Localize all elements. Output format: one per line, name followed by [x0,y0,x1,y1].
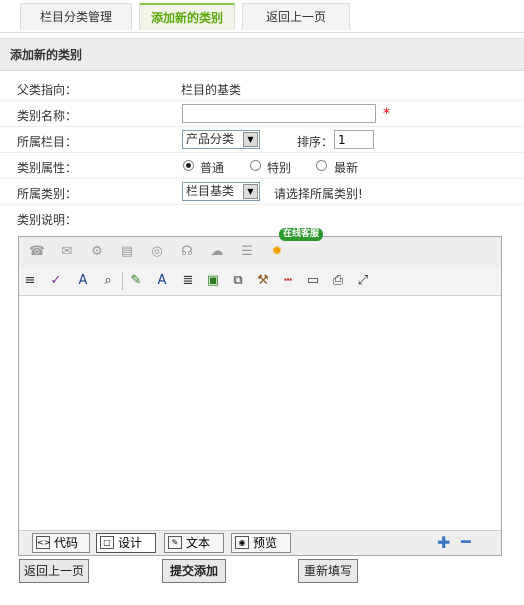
category-select[interactable]: 栏目基类 ▼ [182,182,260,201]
chevron-down-icon: ▼ [243,132,258,147]
radio-latest-label: 最新 [334,161,359,175]
category-name-input[interactable] [182,104,376,123]
align-icon[interactable]: ≣ [179,272,197,290]
editor-toolbar-top: ☎ ✉ ⚙ ▤ ◎ ☊ ☁ ☰ ✹ 在线客服 [19,228,501,268]
window-icon[interactable]: ▭ [304,272,322,290]
mode-preview-button[interactable]: ◉ 预览 [231,533,291,553]
back-button[interactable]: 返回上一页 [19,559,89,583]
mode-design-button[interactable]: ▢ 设计 [96,533,156,553]
chevron-down-icon: ▼ [243,184,258,199]
toolbar-separator [122,272,123,290]
shrink-icon[interactable]: ━ [461,532,471,551]
code-icon: <> [36,536,51,549]
editor-toolbar-format: ≡ ✓ A ⌕ ✎ A ≣ ▣ ⧉ ⚒ ┅ ▭ ⎙ ⤢ [19,267,501,296]
submit-button[interactable]: 提交添加 [162,559,226,583]
row-desc: 类别说明： [0,205,524,231]
column-label: 所属栏目： [17,135,78,149]
radio-special[interactable] [250,160,261,171]
ruler-icon[interactable]: ┅ [279,272,297,290]
tools-icon[interactable]: ⚒ [254,272,272,290]
row-attr: 类别属性： 普通 特别 最新 [0,153,524,179]
service-gear-icon[interactable]: ✹ [268,243,286,261]
tab-category-management[interactable]: 栏目分类管理 [20,3,132,30]
tab-divider [0,32,524,33]
radio-normal-label: 普通 [200,161,225,175]
sort-label: 排序： [297,135,334,149]
message-icon[interactable]: ✉ [58,243,76,261]
mode-text-label: 文本 [186,536,211,550]
find-icon[interactable]: ⌕ [99,272,117,290]
expand-icon[interactable]: ⤢ [354,272,372,290]
name-label: 类别名称： [17,109,78,123]
text-icon: ✎ [168,536,182,549]
globe-icon[interactable]: ◎ [148,243,166,261]
mode-code-button[interactable]: <> 代码 [32,533,90,553]
phone-icon[interactable]: ☎ [28,243,46,261]
enlarge-icon[interactable]: ✚ [437,533,450,552]
online-service-badge[interactable]: 在线客服 [279,228,324,241]
radio-normal[interactable] [183,160,194,171]
sort-input[interactable] [334,130,374,149]
tab-add-category[interactable]: 添加新的类别 [139,3,235,30]
row-category: 所属类别： 栏目基类 ▼ 请选择所属类别! [0,179,524,205]
layers-icon[interactable]: ⧉ [229,272,247,290]
spellcheck-icon[interactable]: ✓ [47,272,65,290]
editor-content-area[interactable] [19,296,501,531]
tab-bar: 栏目分类管理 添加新的类别 返回上一页 [0,0,524,33]
column-select-value: 产品分类 [186,132,235,146]
chat-icon[interactable]: ☁ [208,243,226,261]
mode-design-label: 设计 [118,536,143,550]
parent-value: 栏目的基类 [181,83,242,97]
font-size-icon[interactable]: A [74,272,92,290]
category-select-value: 栏目基类 [186,184,235,198]
tab-go-back[interactable]: 返回上一页 [242,3,350,30]
gear-icon[interactable]: ⚙ [88,243,106,261]
paragraph-icon[interactable]: ≡ [21,272,39,290]
category-hint: 请选择所属类别! [274,187,363,201]
panel-title: 添加新的类别 [0,39,524,71]
row-parent: 父类指向： 栏目的基类 [0,75,524,101]
card-icon[interactable]: ▤ [118,243,136,261]
rich-text-editor: ☎ ✉ ⚙ ▤ ◎ ☊ ☁ ☰ ✹ 在线客服 ≡ ✓ A ⌕ ✎ A ≣ ▣ ⧉… [18,228,502,556]
reset-button[interactable]: 重新填写 [298,559,358,583]
required-mark: * [383,106,390,122]
editor-mode-bar: <> 代码 ▢ 设计 ✎ 文本 ◉ 预览 ✚ ━ [19,530,501,555]
edit-icon[interactable]: ✎ [127,272,145,290]
attr-label: 类别属性： [17,161,78,175]
mode-preview-label: 预览 [253,536,278,550]
list-icon[interactable]: ☰ [238,243,256,261]
row-name: 类别名称： * [0,101,524,127]
column-select[interactable]: 产品分类 ▼ [182,130,260,149]
mode-text-button[interactable]: ✎ 文本 [164,533,224,553]
design-icon: ▢ [100,536,114,549]
mode-code-label: 代码 [54,536,79,550]
print-icon[interactable]: ⎙ [329,272,347,290]
text-color-icon[interactable]: A [153,272,171,290]
category-label: 所属类别： [17,187,78,201]
headset-icon[interactable]: ☊ [178,243,196,261]
row-column: 所属栏目： 产品分类 ▼ 排序： [0,127,524,153]
parent-label: 父类指向： [17,83,78,97]
radio-special-label: 特别 [267,161,292,175]
image-icon[interactable]: ▣ [204,272,222,290]
desc-label: 类别说明： [17,213,78,227]
globe-icon: ◉ [235,536,249,549]
radio-latest[interactable] [316,160,327,171]
